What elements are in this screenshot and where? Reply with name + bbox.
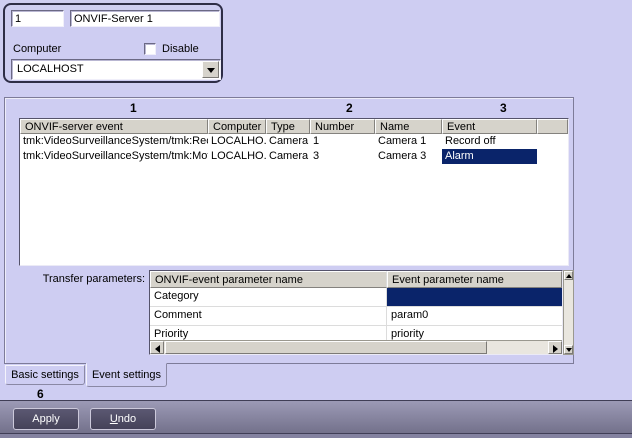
table-row[interactable]: Comment param0 — [150, 307, 562, 326]
vertical-scrollbar[interactable] — [563, 270, 574, 355]
scroll-up-button[interactable] — [564, 271, 573, 280]
table-row[interactable]: tmk:VideoSurveillanceSystem/tmk:Motio.. … — [20, 149, 568, 164]
column-header-computer[interactable]: Computer — [208, 119, 266, 134]
tab-event-settings[interactable]: Event settings — [86, 363, 167, 387]
server-name-field[interactable] — [70, 10, 220, 27]
apply-button[interactable]: Apply — [13, 408, 79, 430]
column-header-event[interactable]: Event — [442, 119, 537, 134]
undo-button[interactable]: Undo — [90, 408, 156, 430]
column-header-spacer — [537, 119, 568, 134]
window-bottom-edge — [0, 434, 632, 438]
transfer-table-header-row: ONVIF-event parameter name Event paramet… — [150, 271, 562, 288]
cell-param-name[interactable]: Comment — [150, 307, 387, 325]
scroll-right-button[interactable] — [548, 341, 562, 354]
cell-type[interactable]: Camera — [266, 149, 310, 164]
tab-basic-settings[interactable]: Basic settings — [5, 365, 85, 385]
server-number-field[interactable] — [11, 10, 64, 27]
scroll-left-button[interactable] — [150, 341, 164, 354]
disable-label: Disable — [162, 43, 199, 55]
cell-event[interactable]: Record off — [442, 134, 537, 149]
down-arrow-icon — [566, 348, 572, 352]
cell-onvif-event[interactable]: tmk:VideoSurveillanceSystem/tmk:Recor.. — [20, 134, 208, 149]
cell-name[interactable]: Camera 3 — [375, 149, 442, 164]
cell-number[interactable]: 3 — [310, 149, 375, 164]
chevron-down-icon — [207, 68, 215, 73]
cell-name[interactable]: Camera 1 — [375, 134, 442, 149]
right-arrow-icon — [553, 345, 558, 353]
event-table-header-row: ONVIF-server event Computer Type Number … — [20, 119, 568, 134]
combobox-dropdown-button[interactable] — [202, 61, 219, 78]
table-row[interactable]: Category — [150, 288, 562, 307]
bottom-toolbar: Apply Undo — [0, 400, 632, 434]
table-row[interactable]: tmk:VideoSurveillanceSystem/tmk:Recor.. … — [20, 134, 568, 149]
cell-param-value[interactable]: param0 — [387, 307, 562, 325]
cell-param-name[interactable]: Category — [150, 288, 387, 306]
scroll-down-button[interactable] — [564, 345, 573, 354]
column-header-event-param[interactable]: Event parameter name — [387, 271, 562, 288]
scrollbar-thumb[interactable] — [165, 341, 487, 354]
computer-combobox-value: LOCALHOST — [17, 63, 84, 75]
up-arrow-icon — [566, 274, 572, 278]
left-arrow-icon — [155, 345, 160, 353]
onvif-server-settings-window: Computer Disable LOCALHOST 1 2 3 4 5 6 O… — [0, 0, 632, 438]
column-header-type[interactable]: Type — [266, 119, 310, 134]
column-header-onvif-param[interactable]: ONVIF-event parameter name — [150, 271, 387, 288]
server-identity-groupbox: Computer Disable LOCALHOST — [3, 3, 223, 83]
column-header-onvif-server-event[interactable]: ONVIF-server event — [20, 119, 208, 134]
cell-type[interactable]: Camera — [266, 134, 310, 149]
column-header-number[interactable]: Number — [310, 119, 375, 134]
computer-combobox[interactable]: LOCALHOST — [11, 59, 221, 80]
cell-computer[interactable]: LOCALHO.. — [208, 134, 266, 149]
column-header-name[interactable]: Name — [375, 119, 442, 134]
annotation-6: 6 — [37, 387, 44, 401]
computer-label: Computer — [13, 43, 62, 55]
horizontal-scrollbar[interactable] — [150, 340, 562, 354]
transfer-parameters-label: Transfer parameters: — [42, 273, 145, 285]
cell-onvif-event[interactable]: tmk:VideoSurveillanceSystem/tmk:Motio.. — [20, 149, 208, 164]
cell-computer[interactable]: LOCALHO.. — [208, 149, 266, 164]
transfer-parameters-table: ONVIF-event parameter name Event paramet… — [149, 270, 563, 355]
disable-checkbox[interactable] — [144, 43, 156, 55]
cell-event-selected[interactable]: Alarm — [442, 149, 537, 164]
cell-param-value-selected[interactable] — [387, 288, 562, 306]
onvif-event-table: ONVIF-server event Computer Type Number … — [19, 118, 569, 266]
cell-number[interactable]: 1 — [310, 134, 375, 149]
